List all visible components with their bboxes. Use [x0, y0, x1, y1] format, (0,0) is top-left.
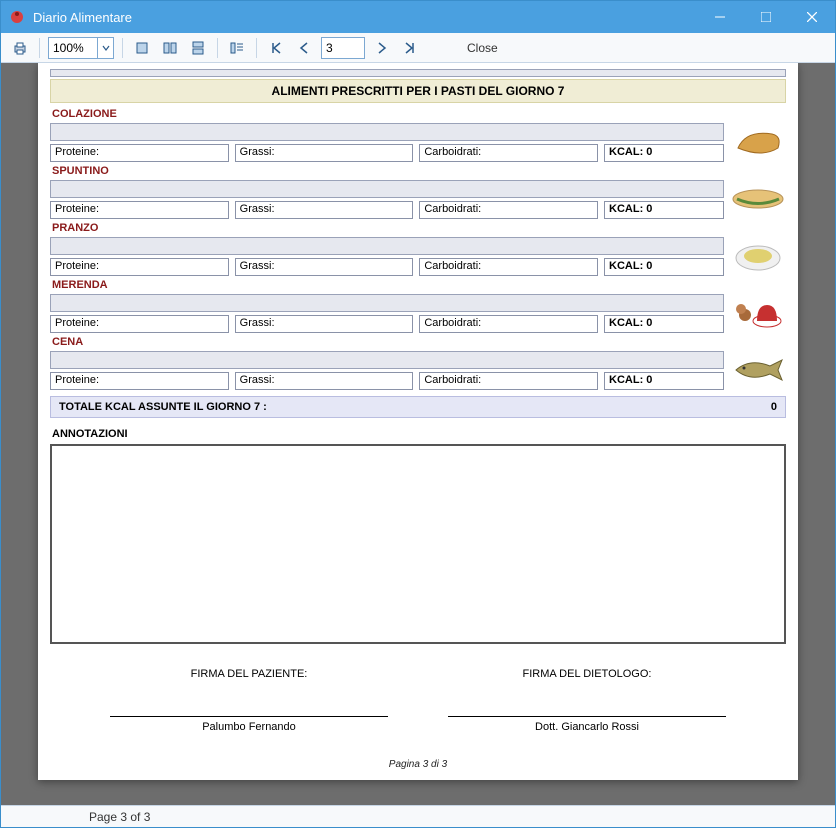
report-page: ALIMENTI PRESCRITTI PER I PASTI DEL GIOR…: [38, 63, 798, 780]
carboidrati-box: Carboidrati:: [419, 258, 598, 276]
carboidrati-box: Carboidrati:: [419, 201, 598, 219]
prev-page-button[interactable]: [293, 37, 315, 59]
meal-block: COLAZIONE Proteine: Grassi: Carboidrati: KCA…: [50, 107, 786, 162]
proteine-box: Proteine:: [50, 315, 229, 333]
kcal-box: KCAL: 0: [604, 258, 724, 276]
first-page-button[interactable]: [265, 37, 287, 59]
meal-name: MERENDA: [50, 278, 786, 293]
grassi-box: Grassi:: [235, 372, 414, 390]
carboidrati-box: Carboidrati:: [419, 144, 598, 162]
close-report-button[interactable]: Close: [467, 41, 498, 55]
total-label: TOTALE KCAL ASSUNTE IL GIORNO 7 :: [59, 401, 771, 413]
carboidrati-box: Carboidrati:: [419, 372, 598, 390]
croissant-icon: [730, 122, 786, 162]
proteine-box: Proteine:: [50, 258, 229, 276]
app-icon: [9, 9, 25, 25]
meal-name: COLAZIONE: [50, 107, 786, 122]
total-row: TOTALE KCAL ASSUNTE IL GIORNO 7 : 0: [50, 396, 786, 418]
meal-name: SPUNTINO: [50, 164, 786, 179]
viewer-area[interactable]: ALIMENTI PRESCRITTI PER I PASTI DEL GIOR…: [1, 63, 835, 805]
meal-desc-bar: [50, 237, 724, 255]
meal-desc-bar: [50, 180, 724, 198]
view-facing-button[interactable]: [159, 37, 181, 59]
tea-icon: [730, 293, 786, 333]
total-value: 0: [771, 401, 777, 413]
signature-row: FIRMA DEL PAZIENTE: Palumbo Fernando FIR…: [50, 668, 786, 733]
meal-block: CENA Proteine: Grassi: Carboidrati: KCAL: 0: [50, 335, 786, 390]
kcal-box: KCAL: 0: [604, 372, 724, 390]
proteine-box: Proteine:: [50, 372, 229, 390]
last-page-button[interactable]: [399, 37, 421, 59]
patient-sig-label: FIRMA DEL PAZIENTE:: [80, 668, 418, 680]
doctor-name: Dott. Giancarlo Rossi: [418, 721, 756, 733]
annotations-title: ANNOTAZIONI: [52, 428, 784, 440]
report-window: Diario Alimentare Close ALIMEN: [0, 0, 836, 828]
close-window-button[interactable]: [789, 1, 835, 33]
doctor-sig-label: FIRMA DEL DIETOLOGO:: [418, 668, 756, 680]
page-footer: Pagina 3 di 3: [50, 759, 786, 770]
grassi-box: Grassi:: [235, 258, 414, 276]
minimize-button[interactable]: [697, 1, 743, 33]
titlebar: Diario Alimentare: [1, 1, 835, 33]
status-bar: Page 3 of 3: [1, 805, 835, 827]
fish-icon: [730, 350, 786, 390]
meal-block: PRANZO Proteine: Grassi: Carboidrati: KCAL: …: [50, 221, 786, 276]
sandwich-icon: [730, 179, 786, 219]
meal-name: PRANZO: [50, 221, 786, 236]
top-strip: [50, 69, 786, 77]
kcal-box: KCAL: 0: [604, 315, 724, 333]
zoom-select[interactable]: [48, 37, 114, 59]
meal-block: MERENDA Proteine: Grassi: Carboidrati: KCAL:…: [50, 278, 786, 333]
meal-desc-bar: [50, 294, 724, 312]
toolbar: Close: [1, 33, 835, 63]
kcal-box: KCAL: 0: [604, 201, 724, 219]
zoom-input[interactable]: [49, 38, 97, 58]
page-number-input[interactable]: [321, 37, 365, 59]
meal-name: CENA: [50, 335, 786, 350]
grassi-box: Grassi:: [235, 315, 414, 333]
status-page: Page 3 of 3: [89, 810, 150, 824]
carboidrati-box: Carboidrati:: [419, 315, 598, 333]
meal-desc-bar: [50, 123, 724, 141]
next-page-button[interactable]: [371, 37, 393, 59]
meal-block: SPUNTINO Proteine: Grassi: Carboidrati: KCAL…: [50, 164, 786, 219]
print-button[interactable]: [9, 37, 31, 59]
proteine-box: Proteine:: [50, 201, 229, 219]
view-continuous-button[interactable]: [187, 37, 209, 59]
view-single-button[interactable]: [131, 37, 153, 59]
view-thumbnails-button[interactable]: [226, 37, 248, 59]
banner-title: ALIMENTI PRESCRITTI PER I PASTI DEL GIOR…: [50, 79, 786, 103]
proteine-box: Proteine:: [50, 144, 229, 162]
maximize-button[interactable]: [743, 1, 789, 33]
annotations-box: [50, 444, 786, 644]
grassi-box: Grassi:: [235, 201, 414, 219]
plate-icon: [730, 236, 786, 276]
meal-desc-bar: [50, 351, 724, 369]
window-title: Diario Alimentare: [33, 10, 697, 25]
chevron-down-icon[interactable]: [97, 38, 113, 58]
patient-name: Palumbo Fernando: [80, 721, 418, 733]
kcal-box: KCAL: 0: [604, 144, 724, 162]
grassi-box: Grassi:: [235, 144, 414, 162]
